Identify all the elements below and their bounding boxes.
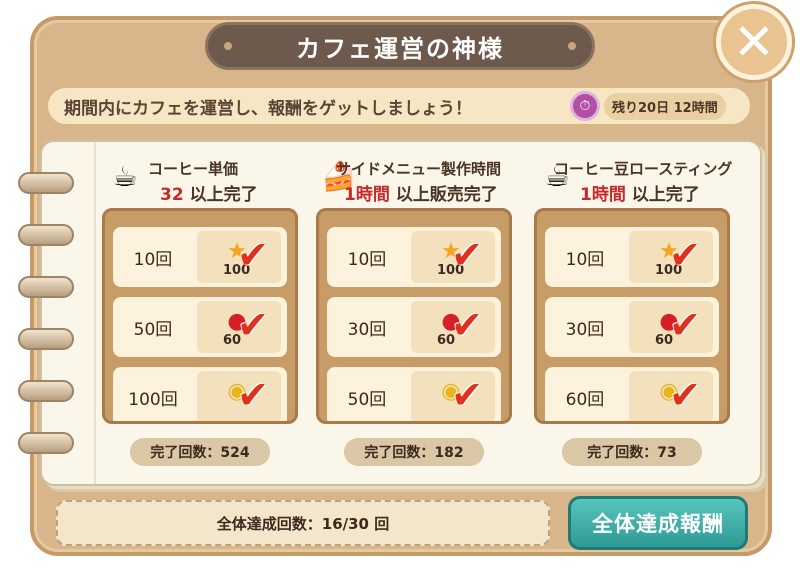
reward-count: 60回 [565, 389, 605, 410]
completion-count: 完了回数：73 [562, 438, 702, 466]
mission-title: コーヒー単価 [148, 160, 239, 178]
mission-header: ☕ コーヒー単価 32 以上完了 [102, 152, 298, 206]
reward-row: 30回 ● 60 ✔ [545, 297, 719, 357]
mission-column-side-menu: 🍰 サイドメニュー製作時間 1時間 以上販売完了 10回 ★ 100 ✔ 30回… [316, 152, 512, 466]
reward-row: 10回 ★ 100 ✔ [327, 227, 501, 287]
total-reward-label: 全体達成報酬 [592, 512, 724, 536]
reward-count: 10回 [347, 249, 387, 270]
coffee-cup-icon: ☕ [112, 159, 138, 193]
check-icon: ✔ [669, 233, 701, 277]
timer-text: 残り20日 12時間 [604, 92, 726, 120]
condition-value: 1時間 [344, 185, 390, 205]
reward-row: 10回 ★ 100 ✔ [113, 227, 287, 287]
condition-text: 以上完了 [183, 185, 258, 205]
check-icon: ✔ [451, 303, 483, 347]
reward-list[interactable]: 10回 ★ 100 ✔ 30回 ● 60 ✔ 60回 ◉ ✔ [534, 208, 730, 424]
reward-slot: ◉ ✔ [197, 371, 281, 421]
completion-count: 完了回数：524 [130, 438, 270, 466]
binder-ring [18, 432, 74, 454]
condition-text: 以上完了 [625, 185, 700, 205]
check-icon: ✔ [451, 373, 483, 417]
rivet-right [568, 42, 576, 50]
binder-ring [18, 276, 74, 298]
reward-count: 50回 [347, 389, 387, 410]
reward-row: 10回 ★ 100 ✔ [545, 227, 719, 287]
event-timer: ⏱ 残り20日 12時間 [570, 91, 742, 121]
reward-row: 50回 ● 60 ✔ [113, 297, 287, 357]
reward-slot: ● 60 ✔ [411, 301, 495, 353]
reward-row: 30回 ● 60 ✔ [327, 297, 501, 357]
mission-column-bean-roasting: ☕ コーヒー豆ロースティング 1時間 以上完了 10回 ★ 100 ✔ 30回 … [534, 152, 733, 466]
mission-condition: 1時間 以上完了 [580, 180, 700, 205]
reward-count: 30回 [347, 319, 387, 340]
mission-column-coffee-price: ☕ コーヒー単価 32 以上完了 10回 ★ 100 ✔ 50回 ● 60 ✔ … [102, 152, 298, 466]
mission-condition: 1時間 以上販売完了 [344, 180, 498, 205]
reward-slot: ★ 100 ✔ [197, 231, 281, 283]
total-progress: 全体達成回数：16/30 回 [56, 500, 550, 546]
total-progress-text: 全体達成回数：16/30 回 [216, 514, 390, 533]
reward-row: 50回 ◉ ✔ [327, 367, 501, 421]
completion-count: 完了回数：182 [344, 438, 484, 466]
condition-text: 以上販売完了 [389, 185, 498, 205]
mission-header: ☕ コーヒー豆ロースティング 1時間 以上完了 [534, 152, 733, 206]
reward-slot: ★ 100 ✔ [629, 231, 713, 283]
reward-row: 60回 ◉ ✔ [545, 367, 719, 421]
reward-slot: ◉ ✔ [629, 371, 713, 421]
info-message: 期間内にカフェを運営し、報酬をゲットしましょう！ [64, 98, 472, 119]
binder-ring [18, 328, 74, 350]
condition-value: 32 [160, 185, 184, 205]
reward-list[interactable]: 10回 ★ 100 ✔ 30回 ● 60 ✔ 50回 ◉ ✔ [316, 208, 512, 424]
mission-condition: 32 以上完了 [160, 180, 258, 205]
reward-count: 10回 [565, 249, 605, 270]
reward-slot: ★ 100 ✔ [411, 231, 495, 283]
stopwatch-icon: ⏱ [570, 91, 600, 121]
event-title-bar: カフェ運営の神様 [205, 22, 595, 70]
reward-count: 100回 [128, 389, 178, 410]
condition-value: 1時間 [580, 185, 626, 205]
mission-header: 🍰 サイドメニュー製作時間 1時間 以上販売完了 [316, 152, 512, 206]
check-icon: ✔ [669, 303, 701, 347]
reward-list[interactable]: 10回 ★ 100 ✔ 50回 ● 60 ✔ 100回 ◉ ✔ [102, 208, 298, 424]
reward-slot: ● 60 ✔ [197, 301, 281, 353]
reward-count: 10回 [133, 249, 173, 270]
check-icon: ✔ [669, 373, 701, 417]
binder-ring [18, 172, 74, 194]
close-button[interactable]: ✕ [716, 4, 792, 80]
reward-slot: ● 60 ✔ [629, 301, 713, 353]
mission-title: コーヒー豆ロースティング [554, 160, 733, 178]
reward-row: 100回 ◉ ✔ [113, 367, 287, 421]
binder-ring [18, 224, 74, 246]
reward-count: 30回 [565, 319, 605, 340]
rivet-left [224, 42, 232, 50]
mission-title: サイドメニュー製作時間 [336, 160, 502, 178]
check-icon: ✔ [237, 233, 269, 277]
check-icon: ✔ [451, 233, 483, 277]
close-icon: ✕ [733, 13, 775, 71]
reward-slot: ◉ ✔ [411, 371, 495, 421]
event-title: カフェ運営の神様 [296, 34, 504, 63]
check-icon: ✔ [237, 303, 269, 347]
reward-count: 50回 [133, 319, 173, 340]
notebook-margin [94, 142, 96, 484]
check-icon: ✔ [237, 373, 269, 417]
total-reward-button[interactable]: 全体達成報酬 [568, 496, 748, 550]
binder-ring [18, 380, 74, 402]
